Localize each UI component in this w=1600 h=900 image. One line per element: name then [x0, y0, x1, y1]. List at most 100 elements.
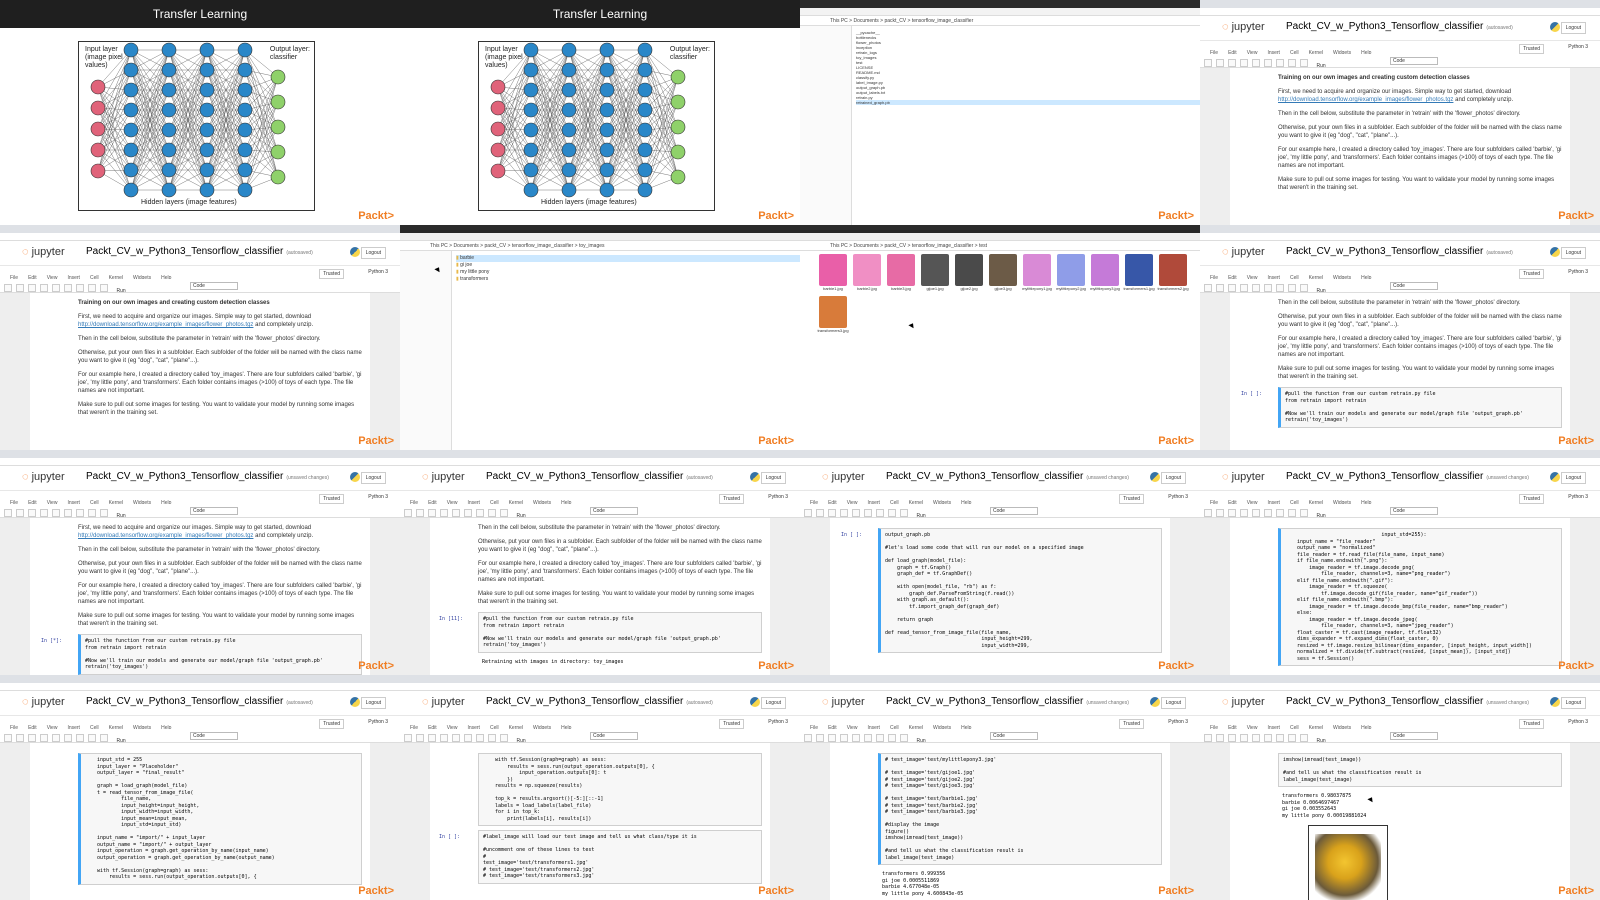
browser-tabbar[interactable]	[1200, 225, 1600, 233]
toolbar-button[interactable]	[840, 509, 848, 517]
toolbar-button[interactable]	[1204, 59, 1212, 67]
toolbar-button[interactable]	[1252, 59, 1260, 67]
toolbar-button[interactable]	[1228, 734, 1236, 742]
toolbar-button[interactable]	[1288, 59, 1296, 67]
code-cell[interactable]: In [ ]: #label_image will load our test i…	[439, 830, 762, 884]
toolbar-button[interactable]	[76, 734, 84, 742]
code-cell[interactable]: In [*]: #pull the function from our custo…	[41, 634, 362, 675]
logout-button[interactable]: Logout	[760, 472, 786, 484]
toolbar-button[interactable]	[1228, 509, 1236, 517]
toolbar-button[interactable]	[40, 284, 48, 292]
markdown-cell[interactable]: Then in the cell below, substitute the p…	[1278, 299, 1562, 381]
toolbar-button[interactable]	[4, 284, 12, 292]
cell-type-select[interactable]: Code	[1390, 57, 1438, 65]
toolbar-button[interactable]	[1216, 59, 1224, 67]
markdown-cell[interactable]: Training on our own images and creating …	[1278, 74, 1562, 192]
toolbar-button[interactable]	[1276, 509, 1284, 517]
toolbar-button[interactable]	[1264, 59, 1272, 67]
code-cell[interactable]: # test_image='test/mylittlepony3.jpg' # …	[878, 753, 1162, 865]
toolbar-button[interactable]	[1300, 509, 1308, 517]
toolbar-button[interactable]	[1204, 284, 1212, 292]
toolbar-button[interactable]	[816, 734, 824, 742]
trusted-badge[interactable]: Trusted	[1519, 494, 1544, 504]
toolbar-button[interactable]	[864, 509, 872, 517]
nav-pane[interactable]	[800, 26, 852, 225]
file-row[interactable]: retrained_graph.pb	[856, 100, 1200, 105]
toolbar-button[interactable]	[840, 734, 848, 742]
image-thumbnail[interactable]: mylittlepony2.jpg	[1055, 254, 1087, 291]
image-thumbnail[interactable]: gijoe2.jpg	[953, 254, 985, 291]
cell-type-select[interactable]: Code	[190, 732, 238, 740]
address-bar[interactable]: This PC > Documents > packt_CV > tensorf…	[800, 16, 1200, 26]
trusted-badge[interactable]: Trusted	[1519, 44, 1544, 54]
toolbar-button[interactable]	[852, 734, 860, 742]
toolbar-button[interactable]	[28, 734, 36, 742]
notebook-title[interactable]: Packt_CV_w_Python3_Tensorflow_classifier…	[886, 471, 1129, 482]
toolbar-button[interactable]	[1228, 284, 1236, 292]
toolbar-button[interactable]	[816, 509, 824, 517]
image-thumbnail[interactable]: mylittlepony1.jpg	[1021, 254, 1053, 291]
toolbar-button[interactable]	[4, 734, 12, 742]
trusted-badge[interactable]: Trusted	[719, 494, 744, 504]
toolbar-button[interactable]	[1252, 284, 1260, 292]
address-bar[interactable]: This PC > Documents > packt_CV > tensorf…	[800, 241, 1200, 251]
toolbar-button[interactable]	[488, 734, 496, 742]
jupyter-logo[interactable]: ◌ jupyter	[822, 471, 865, 483]
toolbar-button[interactable]	[88, 734, 96, 742]
notebook-title[interactable]: Packt_CV_w_Python3_Tensorflow_classifier…	[486, 471, 713, 482]
browser-url-bar[interactable]	[400, 458, 800, 466]
notebook-title[interactable]: Packt_CV_w_Python3_Tensorflow_classifier…	[1286, 246, 1513, 257]
toolbar-button[interactable]	[64, 284, 72, 292]
toolbar-button[interactable]	[888, 734, 896, 742]
toolbar-button[interactable]	[40, 509, 48, 517]
toolbar-button[interactable]	[428, 734, 436, 742]
browser-tabbar[interactable]	[0, 675, 400, 683]
toolbar-button[interactable]	[476, 734, 484, 742]
toolbar-button[interactable]	[1288, 509, 1296, 517]
explorer-ribbon[interactable]	[800, 8, 1200, 16]
toolbar-button[interactable]	[804, 509, 812, 517]
logout-button[interactable]: Logout	[1560, 697, 1586, 709]
toolbar-button[interactable]	[876, 509, 884, 517]
markdown-cell[interactable]: First, we need to acquire and organize o…	[78, 524, 362, 628]
toolbar-button[interactable]	[1276, 284, 1284, 292]
browser-tabbar[interactable]	[800, 675, 1200, 683]
trusted-badge[interactable]: Trusted	[719, 719, 744, 729]
code-cell[interactable]: input_std = 255 input_layer = "Placehold…	[78, 753, 362, 885]
trusted-badge[interactable]: Trusted	[319, 494, 344, 504]
toolbar-button[interactable]	[440, 734, 448, 742]
browser-tabbar[interactable]	[800, 450, 1200, 458]
toolbar-button[interactable]	[464, 734, 472, 742]
notebook-title[interactable]: Packt_CV_w_Python3_Tensorflow_classifier…	[486, 696, 713, 707]
browser-url-bar[interactable]	[0, 683, 400, 691]
browser-url-bar[interactable]	[800, 458, 1200, 466]
toolbar-button[interactable]	[1240, 284, 1248, 292]
trusted-badge[interactable]: Trusted	[319, 719, 344, 729]
code-text[interactable]: #pull the function from our custom retra…	[1285, 391, 1557, 424]
toolbar-button[interactable]	[28, 509, 36, 517]
code-cell[interactable]: with tf.Session(graph=graph) as sess: re…	[478, 753, 762, 826]
toolbar-button[interactable]	[1264, 509, 1272, 517]
toolbar-button[interactable]	[88, 284, 96, 292]
code-text[interactable]: #pull the function from our custom retra…	[483, 616, 757, 649]
trusted-badge[interactable]: Trusted	[1519, 269, 1544, 279]
cell-type-select[interactable]: Code	[990, 507, 1038, 515]
jupyter-logo[interactable]: ◌ jupyter	[22, 246, 65, 258]
toolbar-button[interactable]	[1240, 734, 1248, 742]
jupyter-logo[interactable]: ◌ jupyter	[1222, 471, 1265, 483]
folder-row[interactable]: ▮ gi joe	[456, 262, 800, 269]
toolbar-button[interactable]	[852, 509, 860, 517]
logout-button[interactable]: Logout	[1160, 472, 1186, 484]
toolbar-button[interactable]	[76, 284, 84, 292]
toolbar-button[interactable]	[900, 734, 908, 742]
toolbar-button[interactable]	[1252, 734, 1260, 742]
nav-pane[interactable]	[400, 251, 452, 450]
logout-button[interactable]: Logout	[1160, 697, 1186, 709]
toolbar-button[interactable]	[1216, 284, 1224, 292]
trusted-badge[interactable]: Trusted	[1119, 494, 1144, 504]
code-cell[interactable]: In [ ]: output_graph.pb #let's load some …	[841, 528, 1162, 653]
cell-type-select[interactable]: Code	[590, 507, 638, 515]
folder-row[interactable]: ▮ barbie	[456, 255, 800, 262]
jupyter-logo[interactable]: ◌ jupyter	[1222, 246, 1265, 258]
toolbar-button[interactable]	[52, 509, 60, 517]
